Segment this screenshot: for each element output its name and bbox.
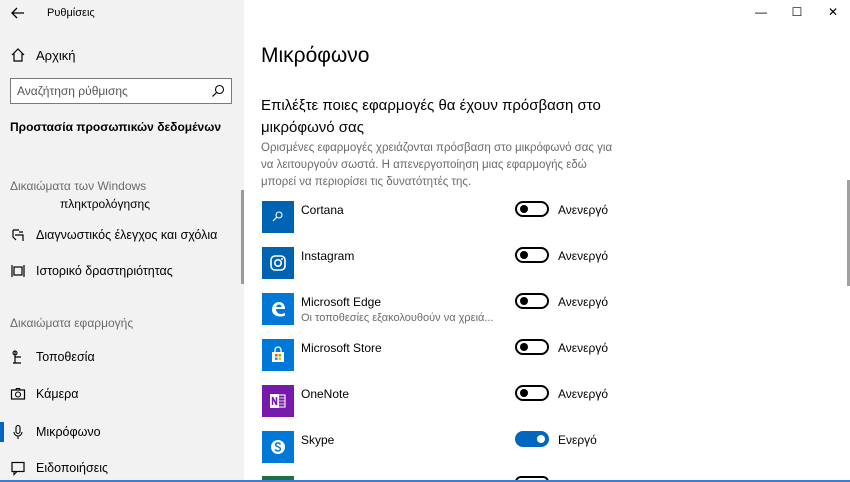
main-content: — ☐ ✕ Μικρόφωνο Επιλέξτε ποιες εφαρμογές… [244, 0, 850, 482]
app-name: Microsoft Store [301, 341, 382, 355]
sidebar-item-home[interactable]: Αρχική [0, 44, 244, 66]
sidebar-item-location[interactable]: Τοποθεσία [0, 345, 244, 369]
app-name: Cortana [301, 203, 344, 217]
toggle-knob [537, 435, 545, 443]
app-row-instagram: Instagram Ανενεργό [261, 247, 621, 281]
skype-icon [262, 431, 294, 463]
app-row-skype: Skype Ενεργό [261, 431, 621, 465]
toggle-knob [520, 205, 528, 213]
sidebar-item-label: Κάμερα [36, 387, 79, 401]
group-label-apps: Δικαιώματα εφαρμογής [10, 316, 134, 330]
section-description: Ορισμένες εφαρμογές χρειάζονται πρόσβαση… [261, 142, 613, 188]
app-name: Microsoft Edge [301, 295, 382, 309]
window-controls: — ☐ ✕ [742, 0, 850, 26]
app-row-cortana: Cortana Ανενεργό [261, 201, 621, 235]
search-input[interactable] [11, 79, 211, 103]
toggle-knob [520, 389, 528, 397]
instagram-toggle[interactable] [515, 247, 549, 263]
back-arrow-icon [11, 7, 24, 19]
instagram-icon [262, 247, 294, 279]
app-row-onenote: OneNote Ανενεργό [261, 385, 621, 419]
sidebar-item-label: Ειδοποιήσεις [36, 461, 109, 475]
app-title: Ρυθμίσεις [47, 7, 95, 19]
toggle-knob [520, 343, 528, 351]
camera-icon [10, 387, 26, 400]
sidebar-item-microphone[interactable]: Μικρόφωνο [0, 420, 244, 444]
toggle-state-label: Ενεργό [558, 433, 597, 447]
toggle-state-label: Ανενεργό [558, 295, 608, 309]
location-icon [12, 350, 21, 364]
sidebar-item-camera[interactable]: Κάμερα [0, 382, 244, 406]
sidebar-item-notifications[interactable]: Ειδοποιήσεις [0, 456, 244, 480]
toggle-state-label: Ανενεργό [558, 203, 608, 217]
close-button[interactable]: ✕ [816, 0, 850, 24]
back-button[interactable] [6, 2, 30, 24]
timeline-icon [11, 265, 25, 277]
minimize-button[interactable]: — [744, 0, 778, 24]
toggle-knob [520, 251, 528, 259]
cortana-toggle[interactable] [515, 201, 549, 217]
app-name: OneNote [301, 387, 350, 401]
home-icon [11, 48, 25, 62]
sidebar-item-diagnostics[interactable]: Διαγνωστικός έλεγχος και σχόλια [0, 223, 244, 247]
cortana-icon [262, 201, 294, 233]
notifications-icon [11, 461, 25, 476]
toggle-state-label: Ανενεργό [558, 341, 608, 355]
toggle-state-label: Ανενεργό [558, 249, 608, 263]
app-row-edge: Microsoft Edge Οι τοποθεσίες εξακολουθού… [261, 293, 621, 327]
sidebar-item-label: Αρχική [36, 48, 76, 63]
search-icon[interactable] [211, 84, 225, 98]
sidebar-item-label: Τοποθεσία [36, 350, 95, 364]
skype-toggle[interactable] [515, 431, 549, 447]
onenote-icon [262, 385, 294, 417]
sidebar-item-typing[interactable]: πληκτρολόγησης [60, 197, 150, 211]
toggle-knob [520, 297, 528, 305]
sidebar-item-activity-history[interactable]: Ιστορικό δραστηριότητας [0, 259, 244, 283]
onenote-toggle[interactable] [515, 385, 549, 401]
store-icon [262, 339, 294, 371]
page-title: Μικρόφωνο [261, 44, 370, 67]
search-box [10, 78, 232, 104]
titlebar-left: Ρυθμίσεις [0, 0, 244, 26]
feedback-icon [12, 229, 24, 241]
app-row-store: Microsoft Store Ανενεργό [261, 339, 621, 373]
app-subtitle: Οι τοποθεσίες εξακολουθούν να χρειά... [301, 312, 494, 324]
app-name: Instagram [301, 249, 355, 263]
settings-sidebar: Ρυθμίσεις Αρχική Προστασία προσωπικών δε… [0, 0, 244, 482]
toggle-state-label: Ανενεργό [558, 387, 608, 401]
current-section-title: Προστασία προσωπικών δεδομένων [10, 120, 222, 134]
edge-icon [262, 293, 294, 325]
group-label-windows: Δικαιώματα των Windows [10, 179, 147, 193]
microphone-icon [13, 424, 23, 439]
sidebar-item-label: Διαγνωστικός έλεγχος και σχόλια [36, 228, 218, 242]
app-name: Skype [301, 433, 335, 447]
maximize-button[interactable]: ☐ [780, 0, 814, 24]
section-heading: Επιλέξτε ποιες εφαρμογές θα έχουν πρόσβα… [261, 97, 601, 136]
sidebar-item-label: Ιστορικό δραστηριότητας [36, 264, 173, 278]
store-toggle[interactable] [515, 339, 549, 355]
edge-toggle[interactable] [515, 293, 549, 309]
sidebar-item-label: Μικρόφωνο [36, 425, 101, 439]
